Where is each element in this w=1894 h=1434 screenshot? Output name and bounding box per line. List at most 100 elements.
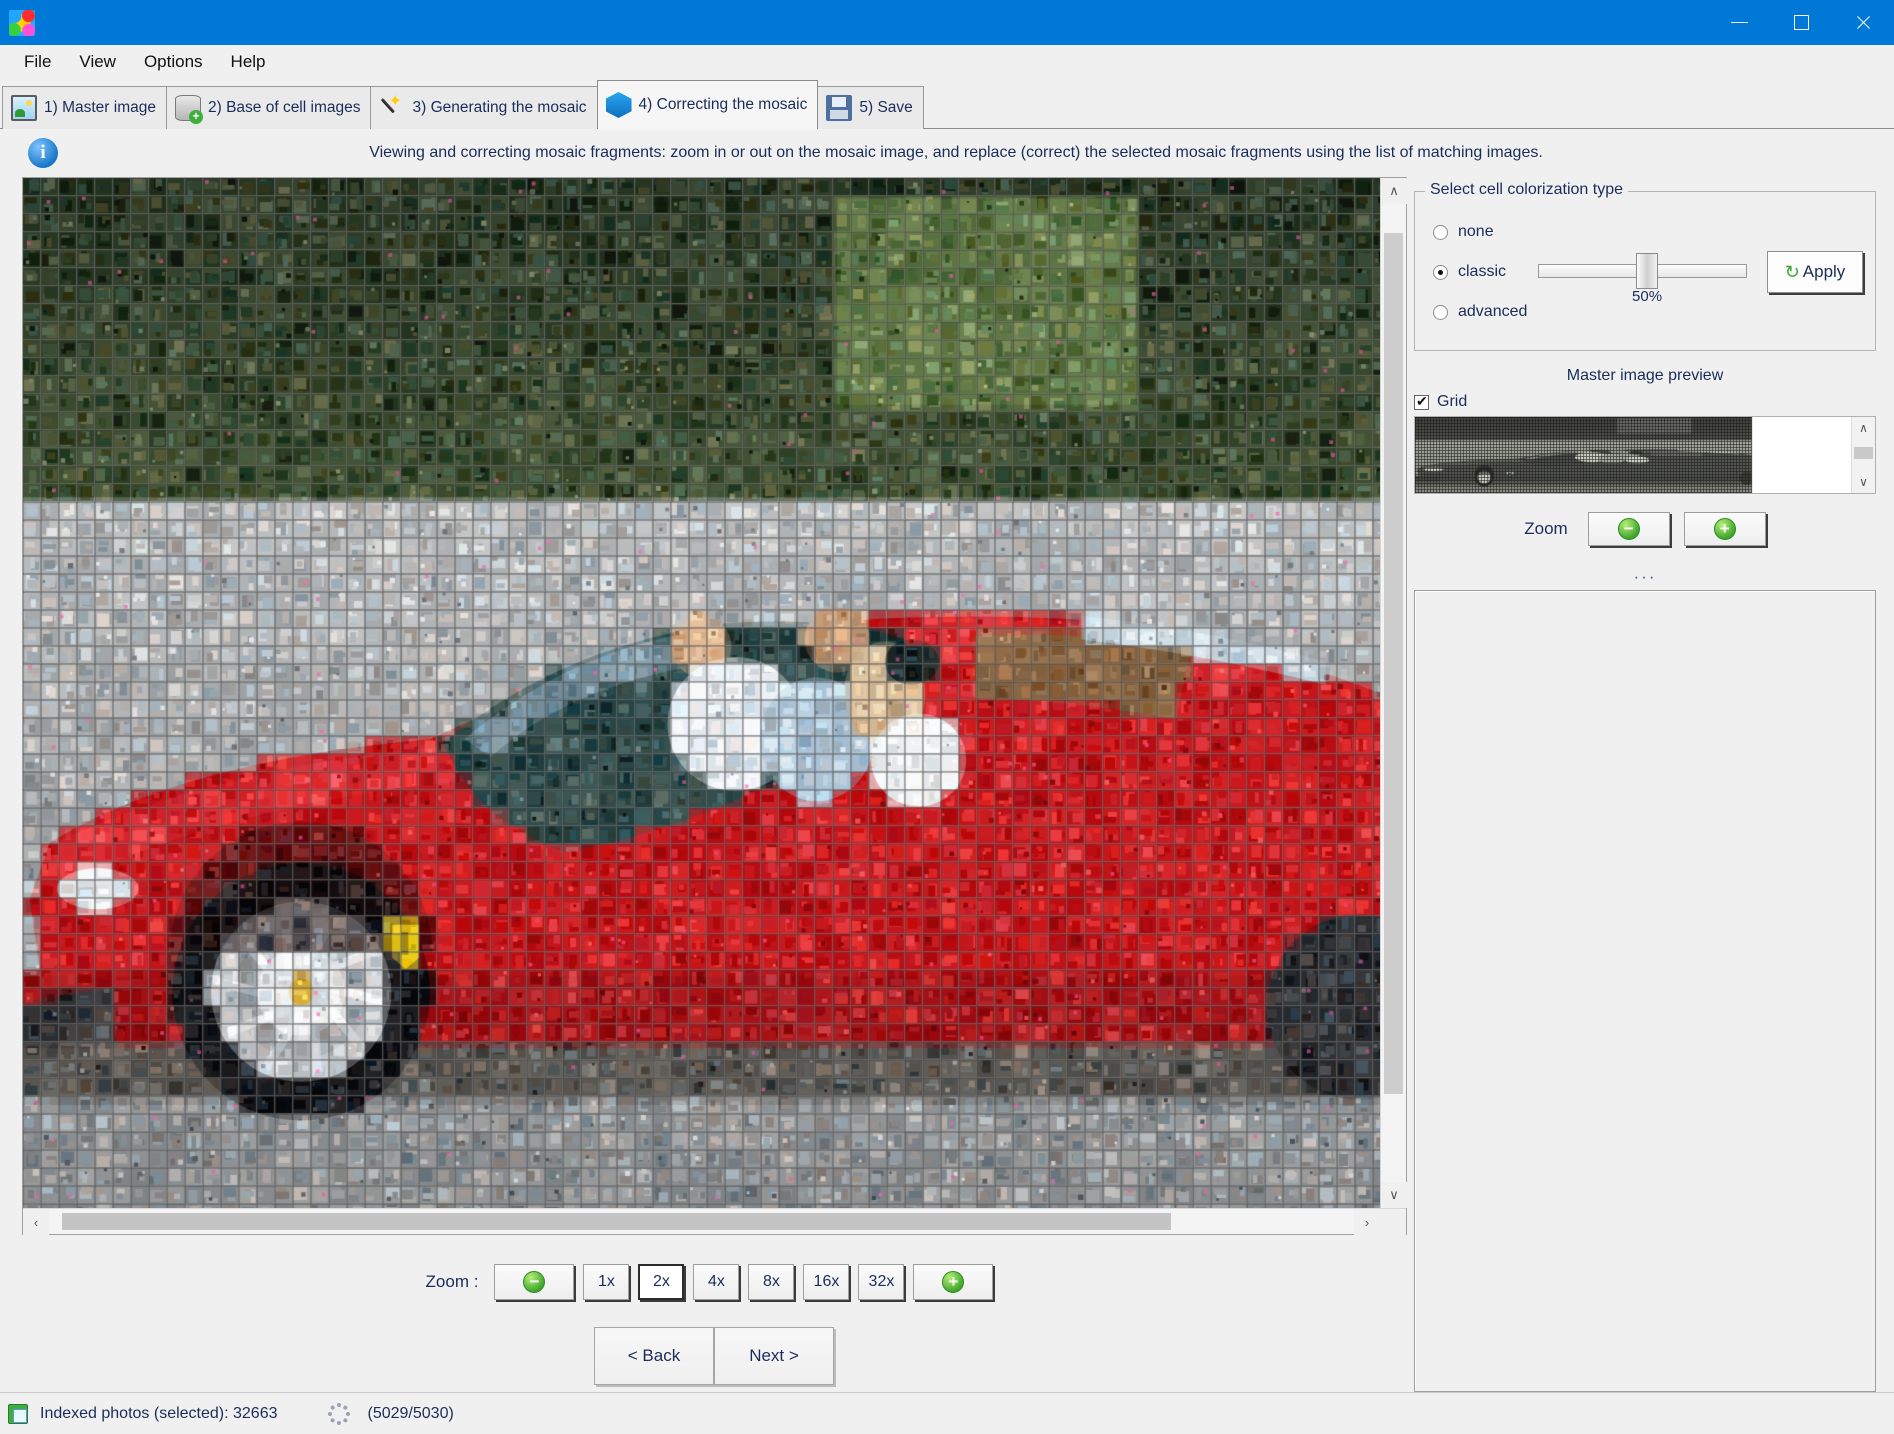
radio-none-label: none	[1458, 223, 1494, 241]
scroll-left-button[interactable]: ‹	[23, 1209, 49, 1235]
indexed-photos-icon	[8, 1404, 28, 1424]
minimize-button[interactable]	[1708, 0, 1770, 45]
mosaic-canvas[interactable]	[23, 178, 1380, 1208]
preview-scroll-down-button[interactable]: ∨	[1852, 471, 1875, 493]
status-bar: Indexed photos (selected): 32663 (5029/5…	[0, 1392, 1894, 1434]
next-button[interactable]: Next >	[714, 1327, 834, 1385]
wizard-navigation: < Back Next >	[22, 1327, 1406, 1385]
database-add-icon	[175, 95, 201, 121]
maximize-icon	[1794, 15, 1809, 30]
info-bar: i Viewing and correcting mosaic fragment…	[0, 129, 1894, 177]
horizontal-scroll-track[interactable]	[49, 1209, 1354, 1234]
tab-correcting-the-mosaic-label: 4) Correcting the mosaic	[639, 96, 808, 114]
mosaic-zoom-32x-button[interactable]: 32x	[858, 1264, 904, 1300]
zoom-out-icon: −	[523, 1271, 545, 1293]
preview-vertical-scrollbar[interactable]: ∧ ∨	[1851, 417, 1875, 493]
tab-base-of-cell-images[interactable]: 2) Base of cell images	[166, 86, 372, 129]
radio-advanced-label: advanced	[1458, 303, 1527, 321]
preview-zoom-out-button[interactable]: −	[1588, 512, 1670, 546]
zoom-out-icon: −	[1618, 518, 1640, 540]
menu-view[interactable]: View	[65, 48, 130, 76]
mosaic-zoom-2x-button[interactable]: 2x	[638, 1264, 684, 1300]
magic-wand-icon	[379, 95, 405, 121]
cube-icon	[606, 92, 632, 118]
zoom-in-icon: +	[1714, 518, 1736, 540]
mosaic-zoom-in-button[interactable]: +	[913, 1264, 993, 1300]
apply-button[interactable]: ↻ Apply	[1767, 251, 1863, 293]
scroll-up-button[interactable]: ∧	[1381, 178, 1407, 204]
master-image-preview-title: Master image preview	[1414, 367, 1876, 385]
scroll-right-button[interactable]: ›	[1354, 1209, 1380, 1235]
preview-scroll-up-button[interactable]: ∧	[1852, 417, 1875, 439]
zoom-in-icon: +	[942, 1271, 964, 1293]
radio-classic-label: classic	[1458, 263, 1506, 281]
colorization-strength-slider[interactable]: 50%	[1538, 252, 1747, 292]
info-icon: i	[28, 138, 58, 168]
preview-zoom-label: Zoom	[1524, 519, 1567, 539]
maximize-button[interactable]	[1770, 0, 1832, 45]
radio-advanced[interactable]	[1433, 305, 1448, 320]
slider-value-label: 50%	[1632, 288, 1662, 305]
tab-master-image[interactable]: 1) Master image	[2, 86, 167, 129]
info-bar-text: Viewing and correcting mosaic fragments:…	[58, 144, 1894, 162]
colorization-group-legend: Select cell colorization type	[1425, 181, 1628, 199]
mosaic-zoom-16x-button[interactable]: 16x	[803, 1264, 849, 1300]
mosaic-image[interactable]	[23, 178, 1380, 1208]
vertical-scroll-thumb[interactable]	[1384, 233, 1403, 1094]
scrollbar-corner	[1380, 1209, 1406, 1235]
back-button[interactable]: < Back	[594, 1327, 714, 1385]
mosaic-horizontal-scrollbar[interactable]: ‹ ›	[23, 1208, 1406, 1234]
wizard-tab-strip: 1) Master image 2) Base of cell images 3…	[0, 79, 1894, 129]
horizontal-scroll-thumb[interactable]	[62, 1213, 1171, 1230]
colorization-option-classic-row[interactable]: classic 50% ↻ Apply	[1427, 252, 1863, 292]
mosaic-zoom-1x-button[interactable]: 1x	[583, 1264, 629, 1300]
tab-base-of-cell-images-label: 2) Base of cell images	[208, 99, 361, 117]
mosaic-viewer: ∧ ∨ ‹ ›	[22, 177, 1407, 1235]
minimize-icon	[1731, 22, 1748, 23]
mosaic-column: ∧ ∨ ‹ › Zoom	[0, 177, 1406, 1392]
radio-none[interactable]	[1433, 225, 1448, 240]
vertical-scroll-track[interactable]	[1381, 204, 1406, 1182]
scroll-down-button[interactable]: ∨	[1381, 1182, 1407, 1208]
recycle-icon: ↻	[1785, 263, 1800, 281]
preview-scroll-track[interactable]	[1852, 439, 1875, 471]
splitter-handle[interactable]: ···	[1414, 572, 1876, 582]
mosaic-zoom-out-button[interactable]: −	[494, 1264, 574, 1300]
menu-help[interactable]: Help	[217, 48, 280, 76]
close-icon	[1855, 14, 1872, 31]
tab-generating-the-mosaic-label: 3) Generating the mosaic	[412, 99, 586, 117]
grid-checkbox-label: Grid	[1437, 393, 1467, 411]
grid-checkbox[interactable]	[1414, 395, 1429, 410]
mosaic-zoom-8x-button[interactable]: 8x	[748, 1264, 794, 1300]
mosaic-viewer-inner: ∧ ∨	[23, 178, 1406, 1208]
slider-thumb[interactable]	[1636, 253, 1658, 289]
title-bar	[0, 0, 1894, 45]
tab-generating-the-mosaic[interactable]: 3) Generating the mosaic	[370, 86, 597, 129]
matching-images-list[interactable]	[1414, 590, 1876, 1392]
colorization-group: Select cell colorization type none class…	[1414, 191, 1876, 351]
master-image-preview-box[interactable]: ∧ ∨	[1414, 416, 1876, 494]
floppy-disk-icon	[826, 95, 852, 121]
tab-save-label: 5) Save	[859, 99, 912, 117]
radio-classic[interactable]	[1433, 265, 1448, 280]
menu-bar: File View Options Help	[0, 45, 1894, 79]
mosaic-zoom-label: Zoom :	[426, 1272, 479, 1292]
mosaic-vertical-scrollbar[interactable]: ∧ ∨	[1380, 178, 1406, 1208]
tab-save[interactable]: 5) Save	[817, 86, 923, 129]
app-icon	[9, 10, 35, 36]
main-body: ∧ ∨ ‹ › Zoom	[0, 177, 1894, 1392]
tab-correcting-the-mosaic[interactable]: 4) Correcting the mosaic	[597, 80, 819, 129]
settings-panel: Select cell colorization type none class…	[1406, 177, 1894, 1392]
master-image-preview-thumbnail[interactable]	[1415, 417, 1847, 493]
menu-file[interactable]: File	[10, 48, 65, 76]
preview-zoom-in-button[interactable]: +	[1684, 512, 1766, 546]
master-image-preview-canvas[interactable]	[1415, 417, 1851, 493]
menu-options[interactable]: Options	[130, 48, 217, 76]
indexed-photos-label: Indexed photos (selected): 32663	[40, 1405, 278, 1423]
grid-checkbox-row[interactable]: Grid	[1414, 393, 1876, 411]
application-window: File View Options Help 1) Master image 2…	[0, 0, 1894, 1434]
mosaic-zoom-4x-button[interactable]: 4x	[693, 1264, 739, 1300]
close-button[interactable]	[1832, 0, 1894, 45]
preview-scroll-thumb[interactable]	[1854, 447, 1873, 459]
colorization-option-none-row[interactable]: none	[1427, 212, 1863, 252]
